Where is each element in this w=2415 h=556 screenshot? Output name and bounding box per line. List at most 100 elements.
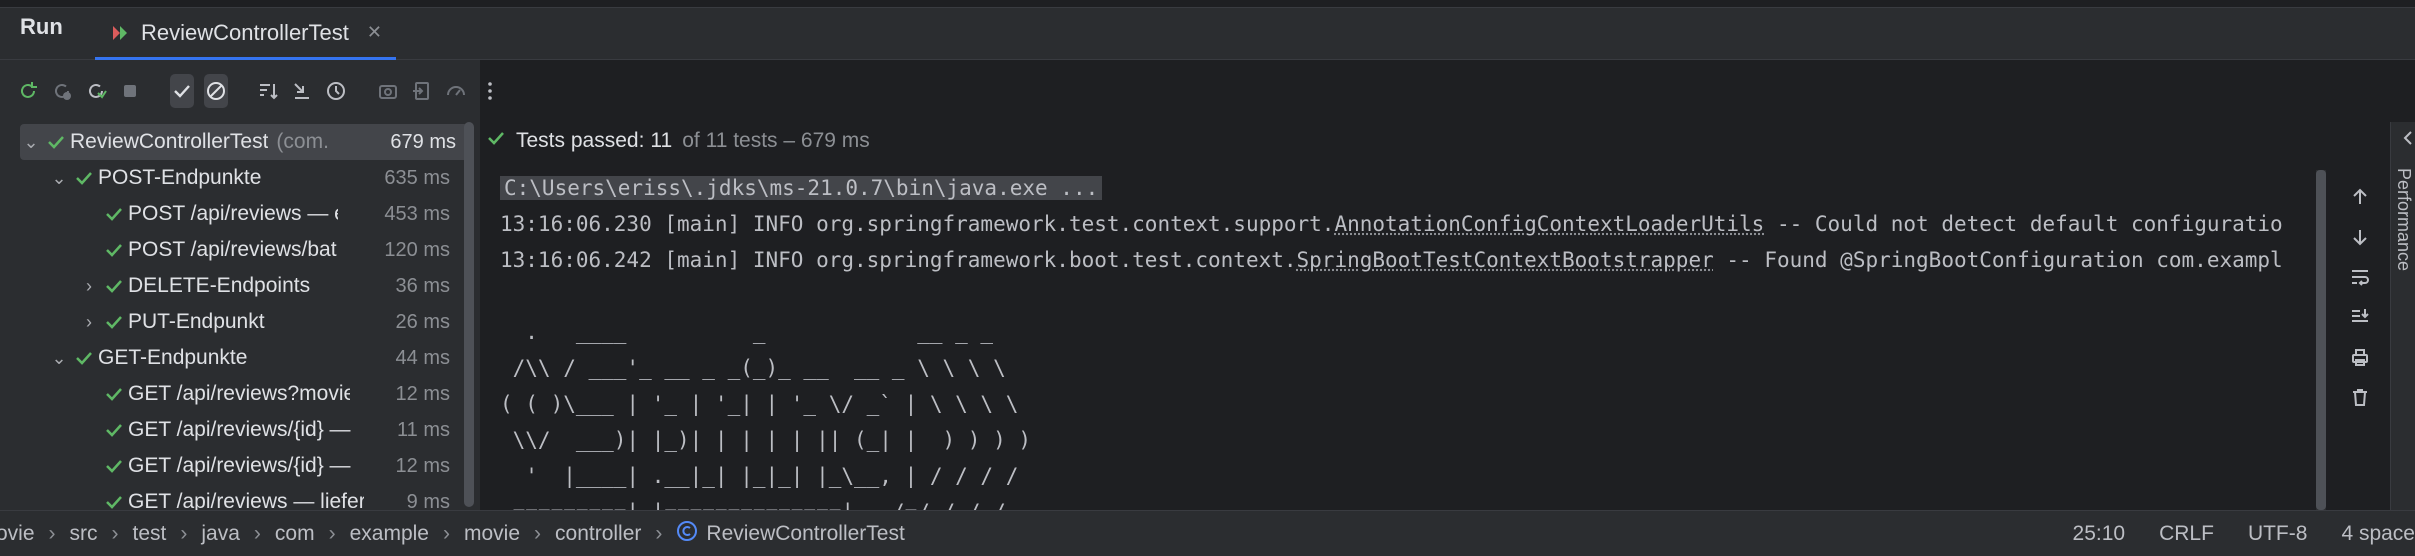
- console-log-line: 13:16:06.230 [main] INFO org.springframe…: [500, 206, 2283, 242]
- log-class-link[interactable]: AnnotationConfigContextLoaderUtils: [1334, 212, 1764, 236]
- tree-row-group[interactable]: › DELETE-Endpoints 36 ms: [0, 268, 470, 304]
- passed-check-icon: [100, 384, 128, 404]
- collapse-icon[interactable]: [290, 74, 314, 108]
- status-bar: ovie › src › test › java › com › example…: [0, 510, 2415, 556]
- performance-tool-label[interactable]: Performance: [2393, 168, 2414, 271]
- test-name: GET /api/reviews/{id} —: [128, 418, 358, 442]
- chevron-right-icon: ›: [534, 522, 541, 546]
- more-icon[interactable]: [478, 74, 502, 108]
- rerun-icon[interactable]: [16, 74, 40, 108]
- run-toolbar: [0, 60, 480, 122]
- stop-icon[interactable]: [118, 74, 142, 108]
- indent-setting[interactable]: 4 space: [2341, 522, 2415, 546]
- chevron-right-icon[interactable]: ›: [78, 276, 100, 297]
- tree-scrollbar[interactable]: [464, 122, 474, 507]
- passed-check-icon: [100, 420, 128, 440]
- line-ending[interactable]: CRLF: [2159, 522, 2214, 546]
- chevron-left-icon[interactable]: [2398, 128, 2415, 148]
- console-log-line: 13:16:06.242 [main] INFO org.springframe…: [500, 242, 2283, 278]
- test-duration: 120 ms: [380, 239, 450, 262]
- chevron-right-icon: ›: [49, 522, 56, 546]
- banner-line: ( ( )\___ | '_ | '_| | '_ \/ _` | \ \ \ …: [500, 386, 1018, 422]
- rerun-failed-icon[interactable]: [50, 74, 74, 108]
- arrow-up-icon[interactable]: [2345, 182, 2375, 212]
- toggle-autotest-icon[interactable]: [84, 74, 108, 108]
- chevron-down-icon[interactable]: ⌄: [48, 348, 70, 369]
- console-scrollbar[interactable]: [2316, 170, 2326, 510]
- show-ignored-icon[interactable]: [204, 74, 228, 108]
- chevron-right-icon: ›: [112, 522, 119, 546]
- passed-check-icon: [486, 128, 506, 154]
- soft-wrap-icon[interactable]: [2345, 262, 2375, 292]
- export-icon[interactable]: [410, 74, 434, 108]
- breadcrumb: ovie › src › test › java › com › example…: [0, 520, 905, 548]
- breadcrumb-item[interactable]: ovie: [0, 522, 35, 546]
- tree-row-root[interactable]: ⌄ ReviewControllerTest (com. 679 ms: [20, 124, 468, 160]
- log-text: -- Found @SpringBootConfiguration com.ex…: [1714, 248, 2283, 272]
- tree-row-test[interactable]: GET /api/reviews/{id} — 11 ms: [0, 412, 470, 448]
- test-name: GET /api/reviews?movie: [128, 382, 350, 406]
- test-name: PUT-Endpunkt: [128, 310, 265, 334]
- log-text: 13:16:06.230 [main] INFO org.springframe…: [500, 212, 1334, 236]
- test-name: POST /api/reviews — e: [128, 202, 338, 226]
- passed-check-icon: [42, 132, 70, 152]
- tree-row-test[interactable]: GET /api/reviews — liefer 9 ms: [0, 484, 470, 510]
- test-name: DELETE-Endpoints: [128, 274, 310, 298]
- test-name: GET /api/reviews — liefer: [128, 490, 364, 510]
- java-command[interactable]: C:\Users\eriss\.jdks\ms-21.0.7\bin\java.…: [500, 176, 1102, 200]
- sort-icon[interactable]: [256, 74, 280, 108]
- tree-row-group[interactable]: ⌄ GET-Endpunkte 44 ms: [0, 340, 470, 376]
- arrow-down-icon[interactable]: [2345, 222, 2375, 252]
- breadcrumb-item[interactable]: ReviewControllerTest: [706, 522, 904, 546]
- banner-line: \\/ ___)| |_)| | | | | || (_| | ) ) ) ): [500, 422, 1031, 458]
- scroll-to-end-icon[interactable]: [2345, 302, 2375, 332]
- tree-row-test[interactable]: GET /api/reviews?movie 12 ms: [0, 376, 470, 412]
- breadcrumb-item[interactable]: movie: [464, 522, 520, 546]
- test-duration: 453 ms: [380, 203, 450, 226]
- chevron-down-icon[interactable]: ⌄: [48, 168, 70, 189]
- test-duration: 36 ms: [392, 275, 450, 298]
- test-name: GET-Endpunkte: [98, 346, 247, 370]
- breadcrumb-item[interactable]: test: [133, 522, 167, 546]
- trash-icon[interactable]: [2345, 382, 2375, 412]
- tree-row-test[interactable]: GET /api/reviews/{id} — 12 ms: [0, 448, 470, 484]
- caret-position[interactable]: 25:10: [2073, 522, 2126, 546]
- test-duration: 635 ms: [380, 167, 450, 190]
- history-icon[interactable]: [324, 74, 348, 108]
- tree-row-group[interactable]: › PUT-Endpunkt 26 ms: [0, 304, 470, 340]
- chevron-right-icon: ›: [329, 522, 336, 546]
- chevron-right-icon[interactable]: ›: [78, 312, 100, 333]
- editor-edge: [0, 0, 2415, 8]
- test-duration: 44 ms: [392, 347, 450, 370]
- chevron-right-icon: ›: [443, 522, 450, 546]
- file-encoding[interactable]: UTF-8: [2248, 522, 2308, 546]
- breadcrumb-item[interactable]: example: [350, 522, 429, 546]
- log-text: -- Could not detect default configuratio: [1764, 212, 2282, 236]
- chevron-right-icon: ›: [655, 522, 662, 546]
- passed-check-icon: [70, 168, 98, 188]
- close-icon[interactable]: ✕: [367, 22, 382, 43]
- chevron-down-icon[interactable]: ⌄: [20, 132, 42, 153]
- screenshot-icon[interactable]: [376, 74, 400, 108]
- coverage-icon[interactable]: [444, 74, 468, 108]
- breadcrumb-item[interactable]: com: [275, 522, 315, 546]
- status-widgets: 25:10 CRLF UTF-8 4 space: [2073, 511, 2415, 556]
- console-output[interactable]: C:\Users\eriss\.jdks\ms-21.0.7\bin\java.…: [480, 160, 2320, 510]
- test-duration: 11 ms: [393, 419, 450, 442]
- show-passed-icon[interactable]: [170, 74, 194, 108]
- passed-label: Tests passed:: [516, 129, 644, 153]
- test-results-summary: Tests passed: 11 of 11 tests – 679 ms: [480, 122, 2415, 160]
- console-command-line[interactable]: C:\Users\eriss\.jdks\ms-21.0.7\bin\java.…: [500, 170, 1102, 206]
- run-config-tab[interactable]: ReviewControllerTest ✕: [95, 8, 396, 60]
- breadcrumb-item[interactable]: src: [70, 522, 98, 546]
- breadcrumb-item[interactable]: java: [201, 522, 240, 546]
- breadcrumb-item[interactable]: controller: [555, 522, 641, 546]
- tree-row-group[interactable]: ⌄ POST-Endpunkte 635 ms: [0, 160, 470, 196]
- tree-row-test[interactable]: POST /api/reviews/bat 120 ms: [0, 232, 470, 268]
- test-name: POST-Endpunkte: [98, 166, 261, 190]
- tree-row-test[interactable]: POST /api/reviews — e 453 ms: [0, 196, 470, 232]
- passed-check-icon: [100, 204, 128, 224]
- test-package: (com.: [276, 130, 329, 154]
- log-class-link[interactable]: SpringBootTestContextBootstrapper: [1297, 248, 1714, 272]
- print-icon[interactable]: [2345, 342, 2375, 372]
